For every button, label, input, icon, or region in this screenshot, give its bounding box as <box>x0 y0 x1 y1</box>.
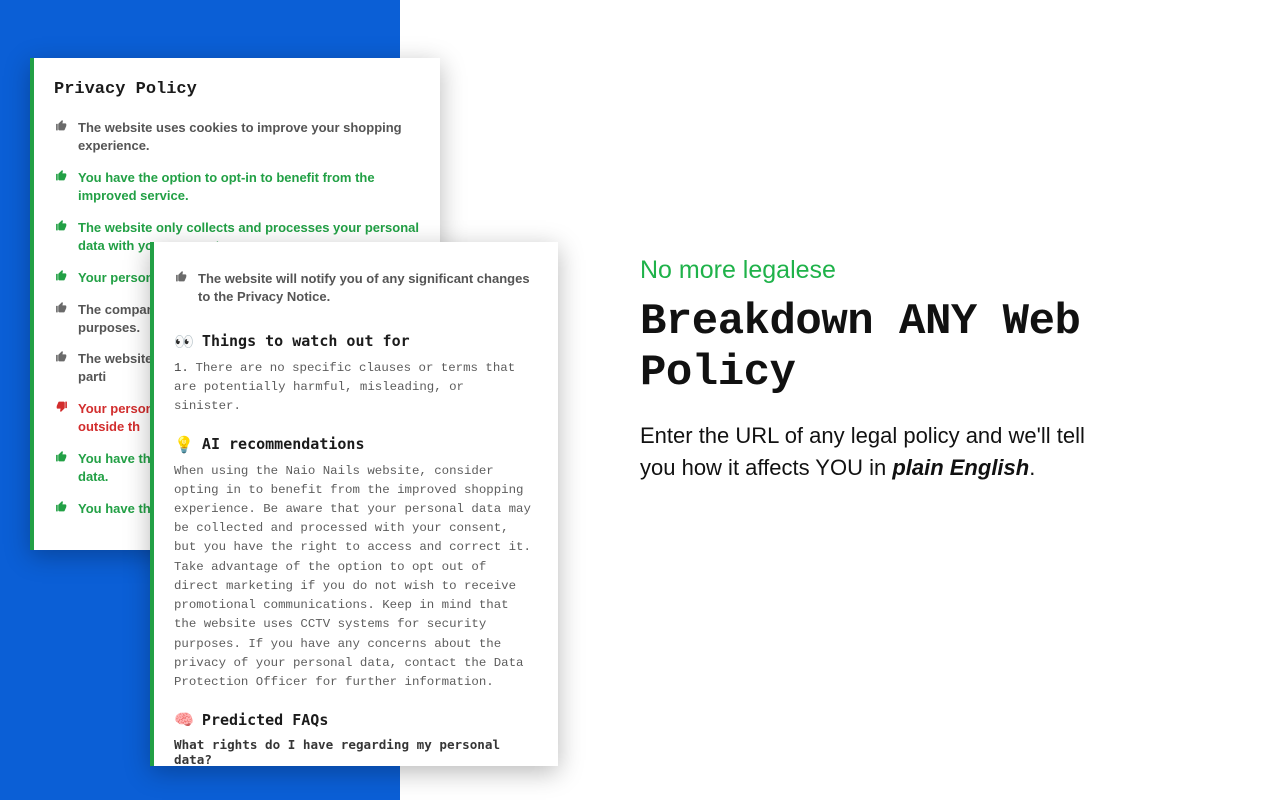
thumb-up-icon <box>174 270 188 306</box>
thumb-up-icon <box>54 301 68 337</box>
watch-item-text: There are no specific clauses or terms t… <box>174 361 515 413</box>
thumb-up-icon <box>54 119 68 155</box>
ai-heading-text: AI recommendations <box>202 435 365 453</box>
watch-item: 1. There are no specific clauses or term… <box>174 359 538 417</box>
policy-item-text: The website uses cookies to improve your… <box>78 119 420 155</box>
policy-item-text: You have the option to opt-in to benefit… <box>78 169 420 205</box>
faq-section-heading: 🧠 Predicted FAQs <box>174 710 538 729</box>
list-number: 1. <box>174 359 188 378</box>
hero-subtext: Enter the URL of any legal policy and we… <box>640 420 1110 484</box>
hero-copy: No more legalese Breakdown ANY Web Polic… <box>640 256 1180 484</box>
thumb-up-icon <box>54 500 68 518</box>
thumb-down-icon <box>54 400 68 436</box>
policy-item: The website uses cookies to improve your… <box>54 113 420 163</box>
ai-recommendation-body: When using the Naio Nails website, consi… <box>174 462 538 693</box>
ai-section-heading: 💡 AI recommendations <box>174 435 538 454</box>
hero-headline: Breakdown ANY Web Policy <box>640 297 1180 398</box>
thumb-up-icon <box>54 350 68 386</box>
policy-item-text: The website will notify you of any signi… <box>198 270 538 306</box>
policy-card-front: The website will notify you of any signi… <box>150 242 558 766</box>
hero-sub-emph: plain English <box>892 455 1029 480</box>
hero-sub-post: . <box>1029 455 1035 480</box>
hero-eyebrow: No more legalese <box>640 256 1180 285</box>
policy-item: You have the option to opt-in to benefit… <box>54 163 420 213</box>
thumb-up-icon <box>54 219 68 255</box>
lightbulb-icon: 💡 <box>174 435 194 454</box>
thumb-up-icon <box>54 269 68 287</box>
eyes-icon: 👀 <box>174 332 194 351</box>
policy-item: The website will notify you of any signi… <box>174 264 538 314</box>
thumb-up-icon <box>54 169 68 205</box>
faq-heading-text: Predicted FAQs <box>202 711 328 729</box>
policy-title: Privacy Policy <box>54 80 420 99</box>
brain-icon: 🧠 <box>174 710 194 729</box>
thumb-up-icon <box>54 450 68 486</box>
watch-heading-text: Things to watch out for <box>202 332 410 350</box>
faq-question: What rights do I have regarding my perso… <box>174 737 538 766</box>
watch-section-heading: 👀 Things to watch out for <box>174 332 538 351</box>
